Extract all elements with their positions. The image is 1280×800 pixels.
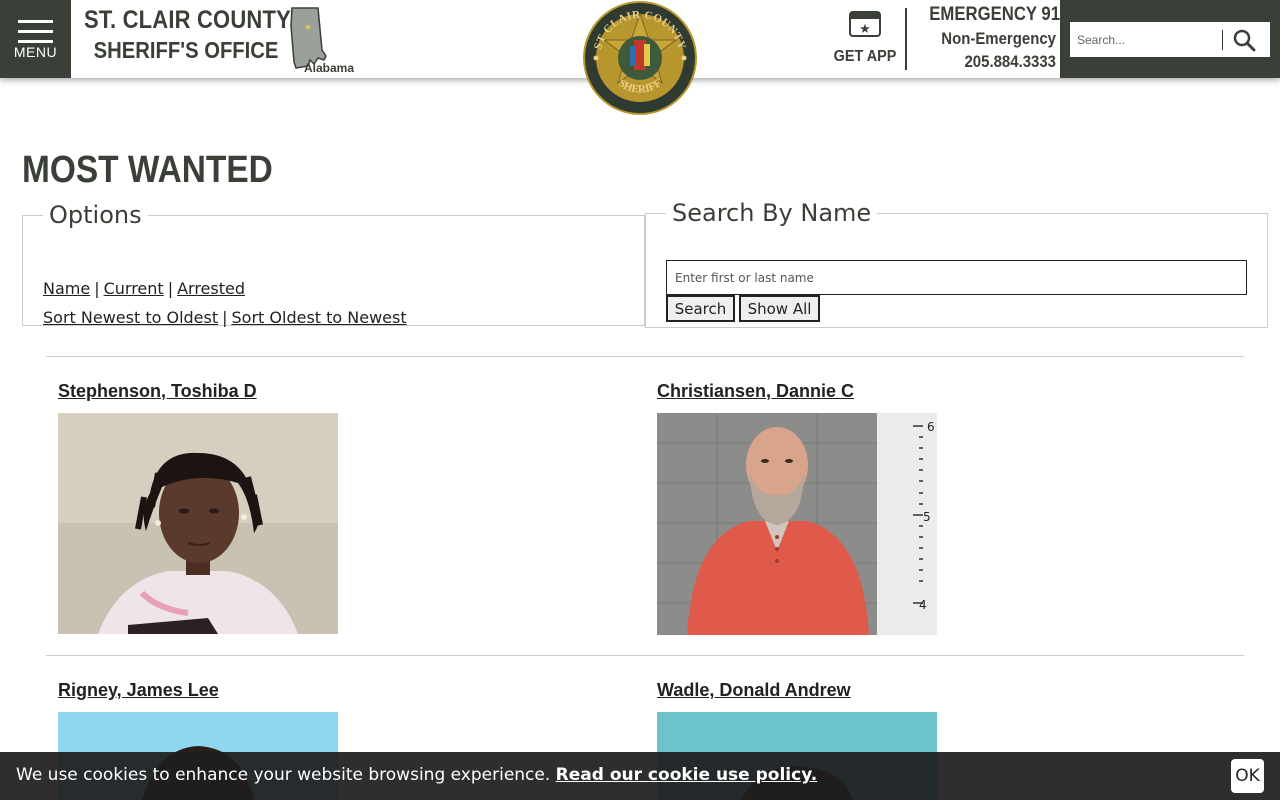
sort-newest-link[interactable]: Sort Newest to Oldest [43, 308, 218, 327]
brand-line-2: SHERIFF'S OFFICE [93, 37, 279, 63]
non-emergency-phone[interactable]: 205.884.3333 [929, 52, 1056, 72]
person-name-link[interactable]: Christiansen, Dannie C [657, 381, 854, 402]
contact-block: EMERGENCY 911 Non-Emergency 205.884.3333 [912, 4, 1069, 72]
page-title: MOST WANTED [22, 149, 273, 191]
divider [46, 356, 1244, 357]
menu-label: MENU [13, 44, 58, 60]
header-divider [905, 8, 907, 70]
person-name-link[interactable]: Stephenson, Toshiba D [58, 381, 257, 402]
person-name-link[interactable]: Wadle, Donald Andrew [657, 680, 851, 701]
get-app-button[interactable]: ★ GET APP [830, 10, 900, 66]
search-icon[interactable] [1232, 28, 1256, 52]
height-mark: 6 [927, 420, 935, 434]
height-mark: 5 [923, 510, 931, 524]
options-legend: Options [49, 201, 142, 229]
options-panel: Options Name | Current | Arrested Sort Newes… [22, 201, 645, 327]
name-search-input[interactable] [666, 260, 1247, 295]
sort-oldest-link[interactable]: Sort Oldest to Newest [232, 308, 407, 327]
cookie-ok-button[interactable]: OK [1231, 759, 1264, 793]
brand-line-1: ST. CLAIR COUNTY [84, 6, 291, 34]
svg-text:★: ★ [304, 23, 312, 33]
state-label: Alabama [304, 61, 355, 75]
search-by-name-panel: Search By Name Search Show All [645, 199, 1268, 328]
filter-name-link[interactable]: Name [43, 279, 90, 298]
app-phone-icon: ★ [849, 11, 881, 37]
header-search-box [1070, 22, 1270, 57]
sheriff-badge-logo[interactable]: ST CLAIR COUNTY SHERIFF [582, 0, 698, 116]
sort-links: Sort Newest to Oldest | Sort Oldest to New… [43, 308, 407, 327]
divider [46, 655, 1244, 656]
cookie-text: We use cookies to enhance your website b… [16, 765, 817, 785]
show-all-button[interactable]: Show All [739, 295, 820, 322]
header-search-panel [1060, 0, 1280, 78]
cookie-message: We use cookies to enhance your website b… [16, 765, 551, 785]
mugshot-photo[interactable] [58, 413, 338, 634]
filter-links: Name | Current | Arrested [43, 279, 245, 298]
site-logo-text[interactable]: ST. CLAIR COUNTY SHERIFF'S OFFICE [84, 6, 294, 64]
height-mark: 4 [919, 598, 927, 612]
person-name-link[interactable]: Rigney, James Lee [58, 680, 219, 701]
site-search-input[interactable] [1070, 22, 1222, 57]
search-separator [1222, 30, 1223, 50]
cookie-policy-link[interactable]: Read our cookie use policy. [556, 765, 818, 785]
svg-text:★: ★ [859, 22, 871, 37]
filter-arrested-link[interactable]: Arrested [177, 279, 245, 298]
filter-current-link[interactable]: Current [104, 279, 164, 298]
search-by-name-legend: Search By Name [672, 199, 872, 227]
emergency-label: EMERGENCY 911 [929, 4, 1069, 25]
name-search-button[interactable]: Search [666, 295, 735, 322]
get-app-label: GET APP [833, 48, 897, 65]
mugshot-photo[interactable]: 6 5 4 [657, 413, 937, 635]
non-emergency-label: Non-Emergency [941, 29, 1056, 48]
cookie-banner: We use cookies to enhance your website b… [0, 752, 1280, 800]
menu-button[interactable]: MENU [0, 0, 71, 78]
